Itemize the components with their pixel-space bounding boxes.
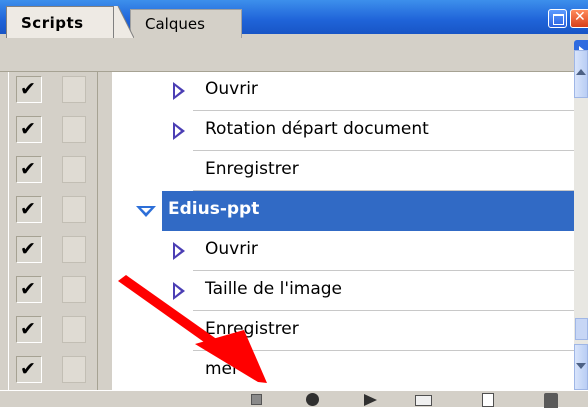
close-window-button[interactable]: ✕ [570, 9, 588, 28]
trash-icon[interactable] [544, 393, 558, 408]
actions-toolbar [0, 390, 588, 408]
toggle-item-checkbox[interactable] [16, 116, 42, 143]
tab-divider [114, 6, 134, 38]
toggle-dialog-checkbox[interactable] [62, 196, 86, 223]
action-row[interactable]: Ouvrir [173, 231, 574, 271]
action-label: Edius-ppt [168, 199, 260, 219]
actions-list: Ouvrir Rotation départ document Enregistre… [112, 71, 574, 391]
tab-calques[interactable]: Calques [130, 9, 242, 38]
toggle-dialog-checkbox[interactable] [62, 276, 86, 303]
action-label: Ouvrir [205, 239, 258, 259]
action-label: Ouvrir [205, 79, 258, 99]
toggle-dialog-checkbox[interactable] [62, 76, 86, 103]
toggle-item-checkbox[interactable] [16, 76, 42, 103]
action-label: mer [205, 359, 240, 379]
expand-arrow-icon[interactable] [173, 282, 185, 300]
toggle-item-checkbox[interactable] [16, 156, 42, 183]
collapse-arrow-icon[interactable] [136, 206, 156, 217]
action-label: Taille de l'image [205, 279, 343, 299]
scroll-down-button[interactable] [574, 344, 588, 390]
stop-icon[interactable] [251, 394, 262, 405]
action-row[interactable]: Rotation départ document [173, 111, 574, 151]
action-row[interactable]: Enregistrer [193, 151, 574, 191]
expand-arrow-icon[interactable] [173, 242, 185, 260]
tab-scripts[interactable]: Scripts [6, 6, 114, 38]
action-row[interactable]: Ouvrir [173, 71, 574, 111]
expand-arrow-icon[interactable] [173, 122, 185, 140]
toggle-item-checkbox[interactable] [16, 276, 42, 303]
close-icon: ✕ [574, 9, 586, 25]
action-label: Enregistrer [205, 319, 299, 339]
vertical-scrollbar[interactable] [574, 72, 588, 390]
expand-arrow-icon[interactable] [173, 82, 185, 100]
action-row[interactable]: Enregistrer [193, 311, 574, 351]
toggle-item-checkbox[interactable] [16, 196, 42, 223]
toggle-dialog-checkbox[interactable] [62, 236, 86, 263]
toggle-dialog-checkbox[interactable] [62, 316, 86, 343]
toggle-dialog-checkbox[interactable] [62, 116, 86, 143]
scroll-thumb[interactable] [575, 318, 588, 340]
play-icon[interactable] [364, 394, 377, 406]
new-set-folder-icon[interactable] [415, 395, 432, 406]
toggle-item-checkbox[interactable] [16, 356, 42, 383]
scroll-up-button[interactable] [574, 50, 588, 98]
minimize-window-button[interactable] [548, 9, 567, 28]
action-set-row[interactable]: Edius-ppt [136, 191, 574, 231]
toggle-item-checkbox[interactable] [16, 236, 42, 263]
new-action-icon[interactable] [482, 393, 494, 407]
action-label: Enregistrer [205, 159, 299, 179]
panel-tab-strip [0, 34, 588, 72]
toggle-dialog-checkbox[interactable] [62, 356, 86, 383]
action-label: Rotation départ document [205, 119, 429, 139]
toggle-item-checkbox[interactable] [16, 316, 42, 343]
record-icon[interactable] [306, 393, 319, 406]
toggle-dialog-checkbox[interactable] [62, 156, 86, 183]
action-row[interactable]: Taille de l'image [173, 271, 574, 311]
action-row[interactable]: mer [193, 351, 574, 391]
